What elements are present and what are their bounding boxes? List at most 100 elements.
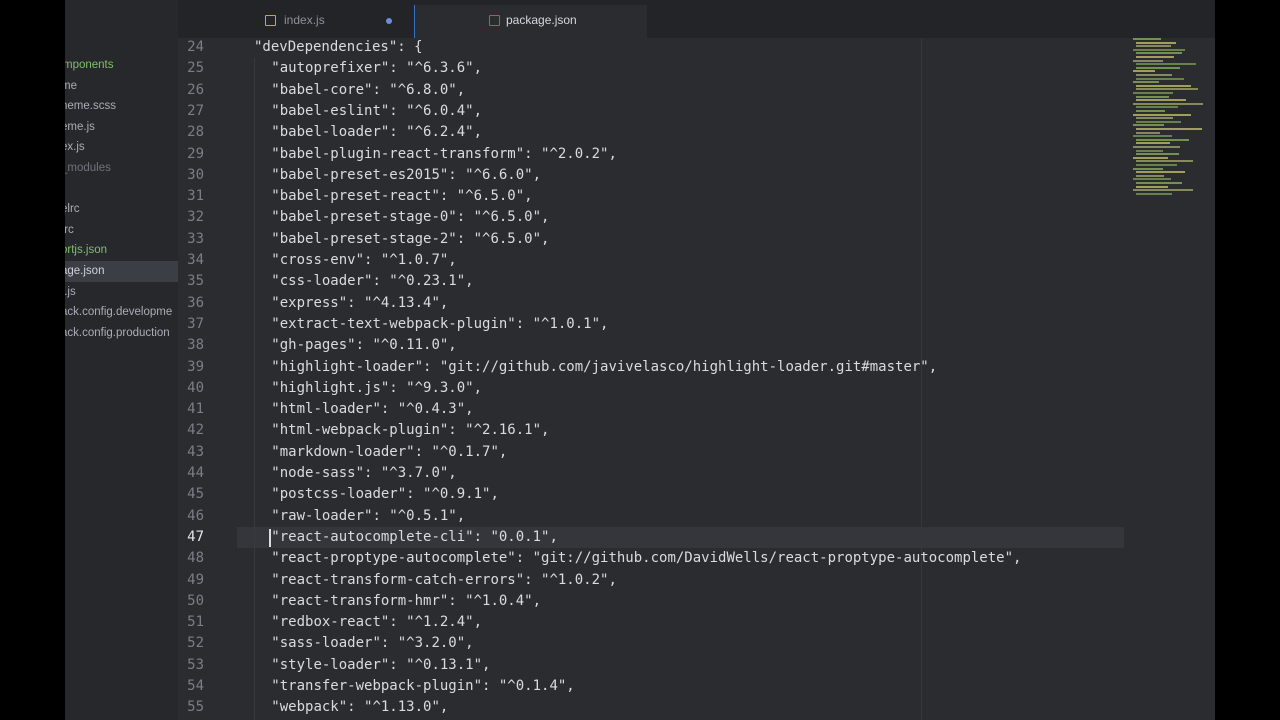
code-line[interactable]: "express": "^4.13.4",	[271, 293, 448, 314]
line-number: 34	[187, 252, 204, 268]
file-tree-item-label: ack.config.production	[65, 326, 170, 339]
file-tree-item[interactable]: ortjs.json	[65, 240, 178, 261]
code-line[interactable]: "css-loader": "^0.23.1",	[271, 271, 473, 292]
minimap-line	[1136, 77, 1184, 80]
line-number: 33	[187, 230, 204, 247]
code-line[interactable]: "html-webpack-plugin": "^2.16.1",	[271, 420, 549, 441]
tab-index-js[interactable]: index.js	[252, 5, 418, 38]
minimap-line	[1133, 146, 1180, 148]
file-tree-item-label: elrc	[65, 203, 80, 216]
code-line[interactable]: "babel-preset-react": "^6.5.0",	[271, 186, 532, 207]
file-tree-item-label: mponents	[65, 59, 114, 71]
file-tree: mponents me heme.scss eme.js ex.js _modulesel…	[65, 0, 178, 720]
code-line[interactable]: "babel-preset-stage-0": "^6.5.0",	[271, 207, 549, 228]
code-line[interactable]: "cross-env": "^1.0.7",	[271, 250, 456, 271]
minimap-line	[1133, 81, 1159, 84]
code-line[interactable]: "sass-loader": "^3.2.0",	[271, 633, 473, 654]
minimap-line	[1133, 189, 1193, 192]
minimap-line	[1133, 38, 1161, 40]
code-line[interactable]: "raw-loader": "^0.5.1",	[271, 506, 465, 527]
code-line[interactable]: "babel-eslint": "^6.0.4",	[271, 101, 482, 122]
code-line[interactable]: "highlight.js": "^9.3.0",	[271, 378, 482, 399]
line-number: 45	[187, 486, 204, 503]
code-line[interactable]: "babel-preset-es2015": "^6.6.0",	[271, 165, 541, 186]
js-file-icon	[265, 15, 276, 26]
minimap-line	[1136, 66, 1180, 69]
line-number: 42	[187, 422, 204, 439]
code-line[interactable]: "node-sass": "^3.7.0",	[271, 463, 456, 484]
line-number-gutter: 24 25 26 27 28 29 30 31 32 33 34 35 36 37 38 39 40 41 42 43…	[178, 38, 238, 720]
minimap-line	[1136, 160, 1193, 163]
minimap-line	[1136, 164, 1177, 166]
file-tree-item[interactable]: elrc	[65, 199, 178, 220]
file-tree-item[interactable]: eme.js	[65, 117, 178, 138]
line-number: 46	[187, 507, 204, 524]
code-line[interactable]: "react-proptype-autocomplete": "git://gi…	[271, 548, 1021, 569]
line-number: 27	[187, 102, 204, 119]
line-number: 36	[187, 294, 204, 311]
line-number: 35	[187, 273, 204, 290]
code-line[interactable]: "postcss-loader": "^0.9.1",	[271, 484, 499, 505]
code-line[interactable]: "babel-preset-stage-2": "^6.5.0",	[271, 229, 549, 250]
code-line[interactable]: "devDependencies": {	[254, 37, 423, 58]
tab-package-json[interactable]: package.json	[414, 5, 647, 38]
code-line[interactable]: "react-autocomplete-cli": "0.0.1",	[271, 527, 558, 548]
file-tree-item[interactable]: me	[65, 76, 178, 97]
minimap-line	[1136, 149, 1163, 152]
minimap[interactable]	[1133, 38, 1215, 208]
line-number: 39	[187, 358, 204, 375]
code-line[interactable]: "webpack": "^1.13.0",	[271, 697, 448, 718]
code-line[interactable]: "babel-plugin-react-transform": "^2.0.2"…	[271, 144, 617, 165]
code-line[interactable]: "highlight-loader": "git://github.com/ja…	[271, 357, 937, 378]
code-line[interactable]: "gh-pages": "^0.11.0",	[271, 335, 456, 356]
code-line[interactable]: "style-loader": "^0.13.1",	[271, 655, 490, 676]
minimap-line	[1133, 178, 1171, 181]
file-tree-item-label: me	[65, 79, 77, 92]
code-line[interactable]: "extract-text-webpack-plugin": "^1.0.1",	[271, 314, 608, 335]
file-tree-item[interactable]: age.json	[65, 261, 178, 282]
file-tree-item-label: heme.scss	[65, 100, 116, 113]
minimap-line	[1136, 117, 1173, 120]
minimap-line	[1136, 41, 1176, 44]
tab-label: index.js	[284, 13, 325, 27]
minimap-line	[1133, 135, 1172, 138]
file-tree-item[interactable]: mponents	[65, 55, 178, 76]
line-number: 52	[187, 635, 204, 652]
file-tree-item-label: trc	[65, 223, 74, 236]
minimap-line	[1136, 128, 1202, 130]
file-tree-item-label: age.json	[65, 265, 105, 277]
code-line[interactable]: "react-transform-hmr": "^1.0.4",	[271, 591, 541, 612]
file-tree-item-label: r.js	[65, 285, 76, 298]
code-editor[interactable]: 24 25 26 27 28 29 30 31 32 33 34 35 36 37 38 39 40 41 42 43…	[178, 38, 1215, 720]
minimap-line	[1136, 88, 1198, 91]
file-tree-item[interactable]: trc	[65, 220, 178, 241]
code-line[interactable]: "react-transform-catch-errors": "^1.0.2"…	[271, 570, 617, 591]
line-number: 26	[187, 81, 204, 98]
code-line[interactable]: "redbox-react": "^1.2.4",	[271, 612, 482, 633]
file-tree-item-label: ortjs.json	[65, 244, 108, 257]
code-line[interactable]: "autoprefixer": "^6.3.6",	[271, 58, 482, 79]
minimap-line	[1133, 167, 1163, 170]
code-line[interactable]: "transfer-webpack-plugin": "^0.1.4",	[271, 676, 574, 697]
file-tree-item[interactable]: heme.scss	[65, 96, 178, 117]
file-tree-item[interactable]: ack.config.production	[65, 323, 178, 344]
code-line[interactable]: "babel-loader": "^6.2.4",	[271, 122, 482, 143]
modified-indicator-icon[interactable]	[386, 18, 392, 24]
code-line[interactable]: "babel-core": "^6.8.0",	[271, 80, 465, 101]
line-number: 30	[187, 166, 204, 183]
line-number: 37	[187, 315, 204, 332]
file-tree-item[interactable]: r.js	[65, 282, 178, 303]
minimap-line	[1136, 74, 1172, 76]
line-number: 28	[187, 124, 204, 141]
minimap-line	[1136, 52, 1182, 55]
line-number: 40	[187, 379, 204, 396]
file-tree-item[interactable]: ex.js	[65, 137, 178, 158]
minimap-line	[1136, 131, 1160, 134]
file-tree-item[interactable]: ack.config.developme	[65, 302, 178, 323]
code-line[interactable]: "html-loader": "^0.4.3",	[271, 399, 473, 420]
file-tree-item[interactable]: _modules	[65, 158, 178, 179]
file-tree-item[interactable]	[65, 179, 178, 200]
indent-guide	[254, 58, 255, 720]
npm-file-icon	[489, 15, 500, 26]
code-line[interactable]: "markdown-loader": "^0.1.7",	[271, 442, 507, 463]
